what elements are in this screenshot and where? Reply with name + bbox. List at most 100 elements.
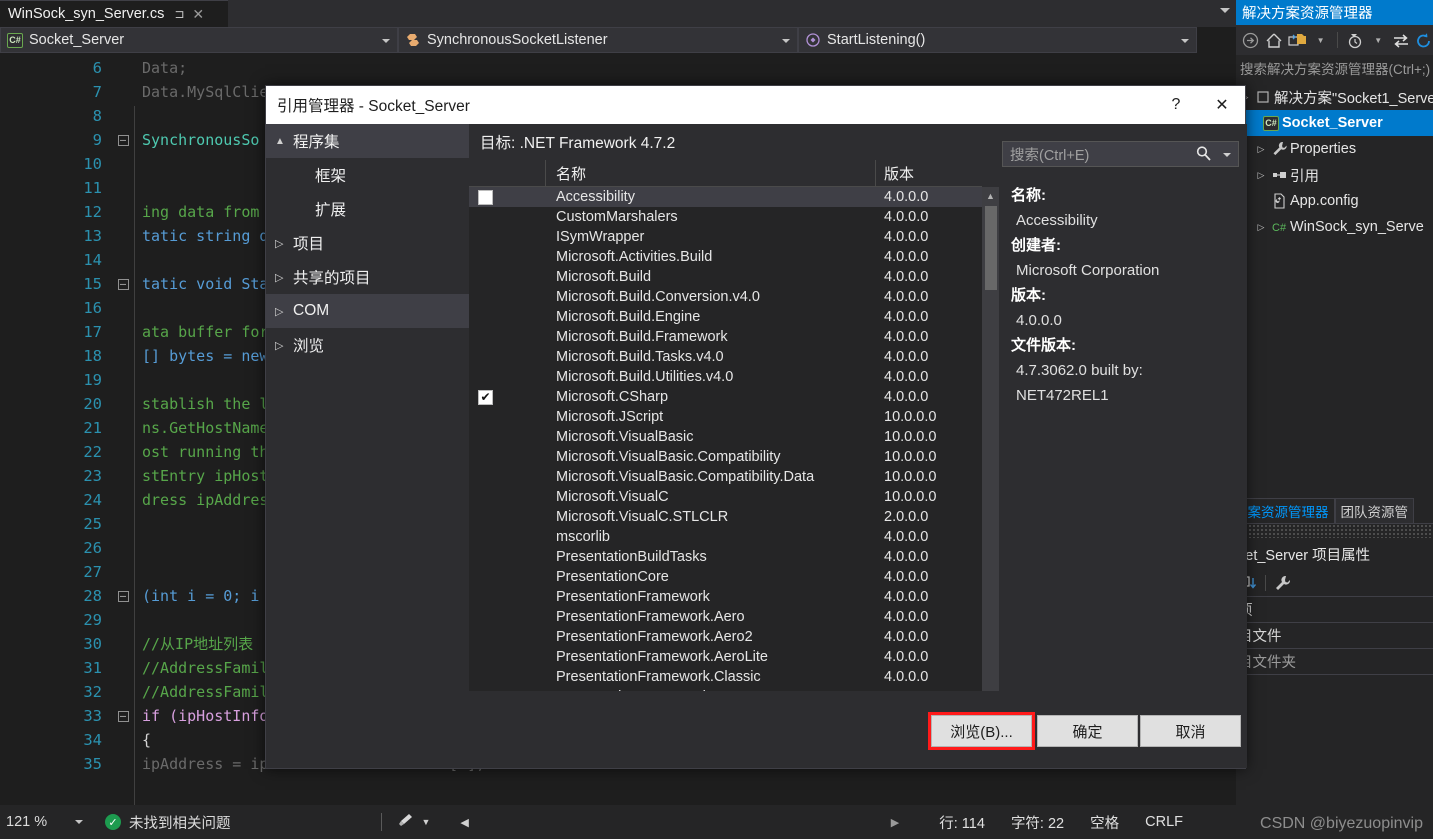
column-header-version[interactable]: 版本 [876,160,981,186]
fold-toggle-icon[interactable]: – [112,584,134,608]
assembly-row[interactable]: Microsoft.Build 4.0.0.0 [469,267,982,287]
chevron-right-icon[interactable]: ▷ [275,339,293,352]
property-row[interactable]: 目文件夹 [1236,649,1433,675]
solution-tree-item[interactable]: ▷ 引用 [1236,162,1433,188]
chevron-right-icon[interactable]: ▷ [275,237,293,250]
property-row[interactable]: 项 [1236,597,1433,623]
breadcrumb-project[interactable]: C# Socket_Server [0,27,398,53]
chevron-right-icon[interactable]: ▷ [275,305,293,318]
caret-forward-icon[interactable]: ▶ [891,816,899,829]
fold-toggle-icon[interactable]: – [112,704,134,728]
chevron-down-icon[interactable] [1223,153,1231,157]
assembly-row[interactable]: Microsoft.VisualBasic.Compatibility 10.0.… [469,447,982,467]
column-header-name[interactable]: 名称 [546,160,876,186]
assembly-row[interactable]: Microsoft.VisualBasic.Compatibility.Data… [469,467,982,487]
column-header-check[interactable] [469,160,546,186]
dialog-category-item[interactable]: ▷ 共享的项目 [266,260,469,294]
assembly-row[interactable]: PresentationFramework.Aero2 4.0.0.0 [469,627,982,647]
dialog-category-item[interactable]: ▷ 项目 [266,226,469,260]
assembly-row[interactable]: PresentationFramework.AeroLite 4.0.0.0 [469,647,982,667]
assembly-row[interactable]: Microsoft.Build.Conversion.v4.0 4.0.0.0 [469,287,982,307]
assembly-list[interactable]: ✔ Accessibility 4.0.0.0 CustomMarshalers 4.0… [469,187,982,731]
home-icon[interactable] [1265,30,1283,50]
collapse-left-icon[interactable]: ◀ [460,816,468,829]
assembly-row[interactable]: PresentationFramework.Classic 4.0.0.0 [469,667,982,687]
assembly-row[interactable]: PresentationFramework.Aero 4.0.0.0 [469,607,982,627]
scroll-thumb[interactable] [985,206,997,290]
sync-icon[interactable] [1392,30,1410,50]
assembly-row[interactable]: CustomMarshalers 4.0.0.0 [469,207,982,227]
solution-tree-item[interactable]: App.config [1236,188,1433,214]
assembly-row[interactable]: Microsoft.VisualC.STLCLR 2.0.0.0 [469,507,982,527]
wrench-icon[interactable] [1273,573,1293,593]
assembly-row[interactable]: PresentationCore 4.0.0.0 [469,567,982,587]
dialog-category-item[interactable]: 扩展 [266,192,469,226]
assembly-row[interactable]: ✔ Microsoft.CSharp 4.0.0.0 [469,387,982,407]
solution-tree-item[interactable]: ▷解决方案"Socket1_Server" [1236,84,1433,110]
scroll-up-icon[interactable]: ▲ [982,187,999,204]
dialog-category-item[interactable]: ▷ 浏览 [266,328,469,362]
chevron-down-icon[interactable]: ▼ [422,817,431,827]
cancel-button[interactable]: 取消 [1140,715,1241,747]
assembly-row[interactable]: Microsoft.Build.Tasks.v4.0 4.0.0.0 [469,347,982,367]
solution-tree-item[interactable]: ▷ Properties [1236,136,1433,162]
close-icon[interactable]: ✕ [1199,86,1245,124]
assembly-checkbox-cell[interactable]: ✔ [469,389,546,405]
dialog-category-item[interactable]: ▲ 程序集 [266,124,469,158]
help-icon[interactable]: ? [1153,86,1199,124]
assembly-row[interactable]: Microsoft.JScript 10.0.0.0 [469,407,982,427]
dialog-title-bar[interactable]: 引用管理器 - Socket_Server ? ✕ [266,86,1245,124]
chevron-down-icon[interactable] [75,820,83,824]
chevron-down-icon[interactable]: ▼ [1369,30,1387,50]
fold-toggle-icon[interactable]: – [112,128,134,152]
assembly-list-scrollbar[interactable]: ▲ ▼ [982,187,999,731]
editor-tab-winsock[interactable]: WinSock_syn_Server.cs ⊐ ✕ [0,0,228,27]
chevron-right-icon[interactable]: ▷ [1254,170,1268,181]
assembly-row[interactable]: mscorlib 4.0.0.0 [469,527,982,547]
back-arrow-icon[interactable] [1242,30,1260,50]
assembly-row[interactable]: ✔ Accessibility 4.0.0.0 [469,187,982,207]
brush-icon[interactable] [396,812,414,833]
zoom-level-selector[interactable]: 121 % [0,805,105,839]
fold-toggle-icon[interactable]: – [112,272,134,296]
assembly-row[interactable]: Microsoft.Build.Utilities.v4.0 4.0.0.0 [469,367,982,387]
breadcrumb-class[interactable]: SynchronousSocketListener [398,27,798,53]
ok-button[interactable]: 确定 [1037,715,1138,747]
close-icon[interactable]: ✕ [192,6,204,23]
tab-team-explorer[interactable]: 团队资源管 [1334,498,1414,523]
assembly-row[interactable]: PresentationBuildTasks 4.0.0.0 [469,547,982,567]
pending-changes-icon[interactable] [1346,30,1364,50]
pin-icon[interactable]: ⊐ [174,7,184,21]
checkbox-unchecked-icon[interactable]: ✔ [478,189,493,205]
chevron-down-icon[interactable] [382,39,390,43]
assembly-row[interactable]: PresentationFramework 4.0.0.0 [469,587,982,607]
show-all-files-icon[interactable] [1288,30,1307,50]
chevron-right-icon[interactable]: ▷ [275,271,293,284]
assembly-row[interactable]: Microsoft.Build.Engine 4.0.0.0 [469,307,982,327]
refresh-icon[interactable] [1415,30,1433,50]
assembly-row[interactable]: Microsoft.VisualC 10.0.0.0 [469,487,982,507]
chevron-right-icon[interactable]: ▷ [1254,144,1268,155]
chevron-down-icon[interactable]: ▼ [1312,30,1330,50]
solution-explorer-search[interactable]: 搜索解决方案资源管理器(Ctrl+;) [1236,55,1433,81]
checkbox-checked-icon[interactable]: ✔ [478,389,493,405]
breadcrumb-member[interactable]: StartListening() [798,27,1197,53]
solution-tree-item[interactable]: C# Socket_Server [1236,110,1433,136]
assembly-row[interactable]: Microsoft.Activities.Build 4.0.0.0 [469,247,982,267]
dialog-category-item[interactable]: ▷ COM [266,294,469,328]
search-input[interactable]: 搜索(Ctrl+E) [1002,141,1239,167]
chevron-down-icon[interactable]: ▲ [275,136,293,147]
error-status[interactable]: ✓ 未找到相关问题 [105,812,231,833]
chevron-down-icon[interactable] [1181,39,1189,43]
property-row[interactable]: 目文件 [1236,623,1433,649]
search-icon[interactable] [1195,145,1212,166]
assembly-row[interactable]: ISymWrapper 4.0.0.0 [469,227,982,247]
assembly-row[interactable]: Microsoft.VisualBasic 10.0.0.0 [469,427,982,447]
chevron-down-icon[interactable] [1220,8,1230,13]
assembly-row[interactable]: Microsoft.Build.Framework 4.0.0.0 [469,327,982,347]
panel-grip[interactable] [1236,524,1433,538]
chevron-down-icon[interactable] [782,39,790,43]
browse-button[interactable]: 浏览(B)... [928,712,1035,750]
chevron-right-icon[interactable]: ▷ [1254,222,1268,233]
solution-tree-item[interactable]: ▷ C# WinSock_syn_Serve [1236,214,1433,240]
